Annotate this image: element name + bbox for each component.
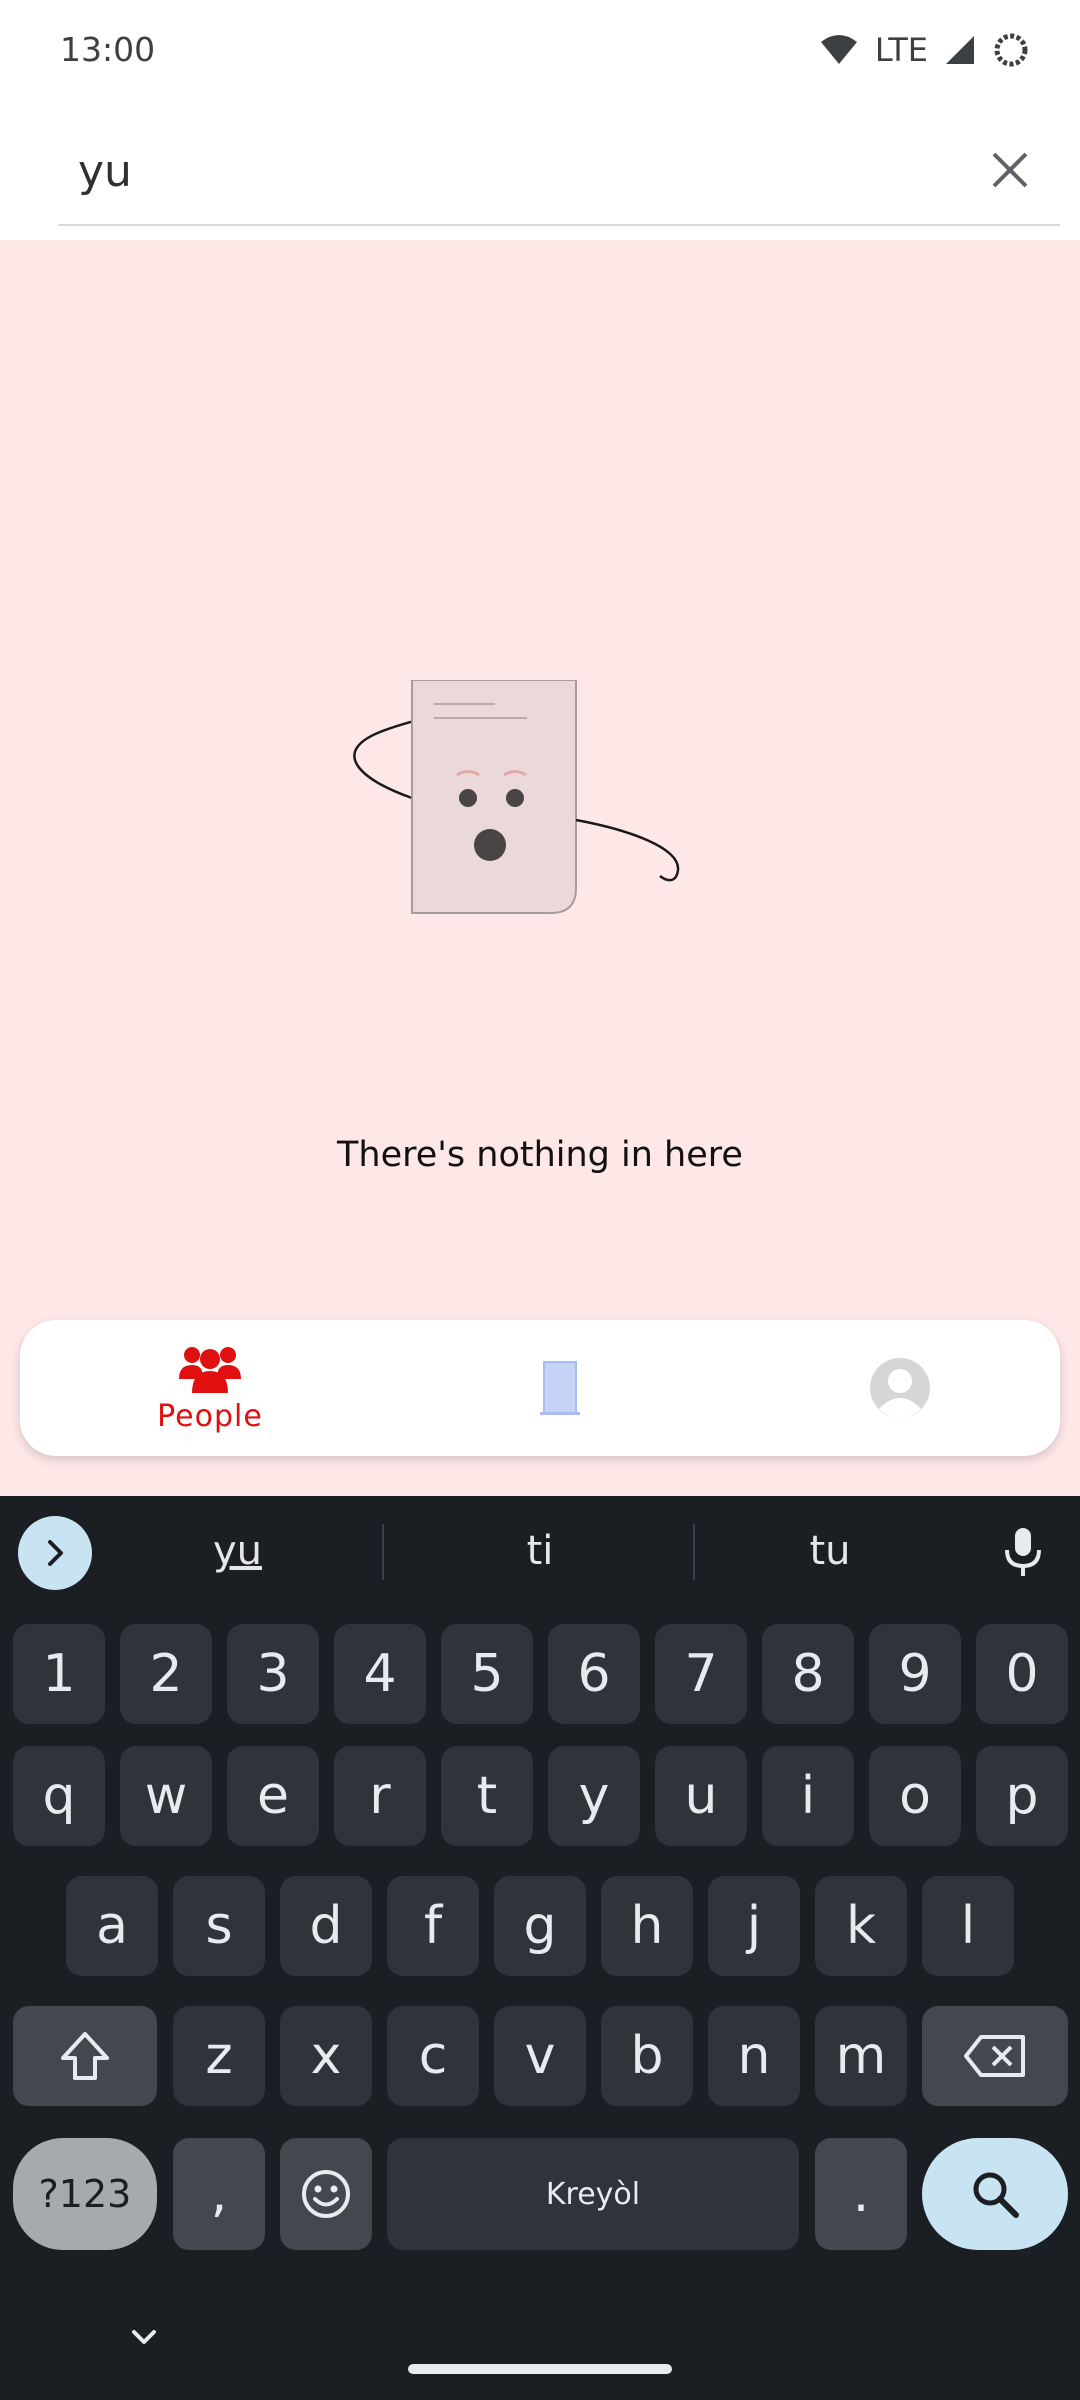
key-3[interactable]: 3	[227, 1624, 319, 1724]
search-icon	[973, 2172, 1019, 2218]
key-r[interactable]: r	[334, 1746, 426, 1846]
key-7[interactable]: 7	[655, 1624, 747, 1724]
key-c[interactable]: c	[387, 2006, 479, 2106]
key-8[interactable]: 8	[762, 1624, 854, 1724]
key-9[interactable]: 9	[869, 1624, 961, 1724]
key-4[interactable]: 4	[334, 1624, 426, 1724]
key-t[interactable]: t	[441, 1746, 533, 1846]
space-key[interactable]: Kreyòl	[387, 2138, 799, 2250]
key-w[interactable]: w	[120, 1746, 212, 1846]
key-n[interactable]: n	[708, 2006, 800, 2106]
shift-key[interactable]	[13, 2006, 157, 2106]
empty-state-message: There's nothing in here	[337, 1135, 743, 1175]
key-5[interactable]: 5	[441, 1624, 533, 1724]
status-bar: 13:00 LTE	[0, 0, 1080, 100]
key-b[interactable]: b	[601, 2006, 693, 2106]
suggestion-strip: yu ti tu	[0, 1496, 1080, 1606]
people-icon	[179, 1346, 241, 1393]
emoji-key[interactable]	[280, 2138, 372, 2250]
surprised-document-illustration	[353, 680, 680, 914]
status-icons: LTE	[819, 28, 1030, 72]
nav-rooms[interactable]	[430, 1320, 690, 1456]
period-key[interactable]: .	[815, 2138, 907, 2250]
microphone-icon[interactable]	[995, 1524, 1051, 1580]
key-k[interactable]: k	[815, 1876, 907, 1976]
nav-people-label: People	[157, 1398, 263, 1434]
key-a[interactable]: a	[66, 1876, 158, 1976]
key-u[interactable]: u	[655, 1746, 747, 1846]
expand-toolbar-button[interactable]	[18, 1516, 92, 1590]
key-1[interactable]: 1	[13, 1624, 105, 1724]
network-type: LTE	[874, 31, 928, 69]
key-p[interactable]: p	[976, 1746, 1068, 1846]
key-x[interactable]: x	[280, 2006, 372, 2106]
backspace-key[interactable]	[922, 2006, 1068, 2106]
key-e[interactable]: e	[227, 1746, 319, 1846]
suggestion-3[interactable]: tu	[695, 1496, 965, 1606]
search-bar	[0, 100, 1080, 240]
status-time: 13:00	[60, 30, 156, 69]
door-icon	[540, 1361, 580, 1415]
key-q[interactable]: q	[13, 1746, 105, 1846]
chevron-down-icon[interactable]	[124, 2318, 164, 2358]
key-l[interactable]: l	[922, 1876, 1014, 1976]
close-icon[interactable]	[984, 144, 1036, 196]
avatar-icon	[870, 1358, 930, 1418]
bottom-navigation: People	[20, 1320, 1060, 1456]
key-6[interactable]: 6	[548, 1624, 640, 1724]
key-j[interactable]: j	[708, 1876, 800, 1976]
search-key[interactable]	[922, 2138, 1068, 2250]
battery-icon	[994, 33, 1028, 67]
suggestion-1[interactable]: yu	[90, 1496, 385, 1606]
key-y[interactable]: y	[548, 1746, 640, 1846]
suggestion-2[interactable]: ti	[385, 1496, 695, 1606]
signal-icon	[946, 36, 974, 64]
shift-icon	[61, 2032, 109, 2080]
key-m[interactable]: m	[815, 2006, 907, 2106]
key-i[interactable]: i	[762, 1746, 854, 1846]
gesture-nav-handle[interactable]	[408, 2364, 672, 2374]
key-g[interactable]: g	[494, 1876, 586, 1976]
symbols-key[interactable]: ?123	[13, 2138, 157, 2250]
key-s[interactable]: s	[173, 1876, 265, 1976]
wifi-icon	[820, 35, 857, 64]
empty-results-area: There's nothing in here	[0, 240, 1080, 1496]
suggestion-divider	[382, 1524, 384, 1580]
key-2[interactable]: 2	[120, 1624, 212, 1724]
key-d[interactable]: d	[280, 1876, 372, 1976]
chevron-right-icon	[48, 1540, 63, 1566]
search-underline	[58, 224, 1060, 226]
emoji-icon	[302, 2170, 350, 2218]
key-z[interactable]: z	[173, 2006, 265, 2106]
keyboard: yu ti tu 1 2 3 4 5 6 7 8 9 0 q w e r t y…	[0, 1496, 1080, 2400]
nav-profile[interactable]	[770, 1320, 1030, 1456]
key-0[interactable]: 0	[976, 1624, 1068, 1724]
nav-people[interactable]: People	[80, 1320, 340, 1456]
backspace-icon	[964, 2035, 1025, 2077]
key-h[interactable]: h	[601, 1876, 693, 1976]
key-o[interactable]: o	[869, 1746, 961, 1846]
search-input[interactable]	[78, 136, 958, 206]
comma-key[interactable]: ,	[173, 2138, 265, 2250]
key-f[interactable]: f	[387, 1876, 479, 1976]
key-v[interactable]: v	[494, 2006, 586, 2106]
